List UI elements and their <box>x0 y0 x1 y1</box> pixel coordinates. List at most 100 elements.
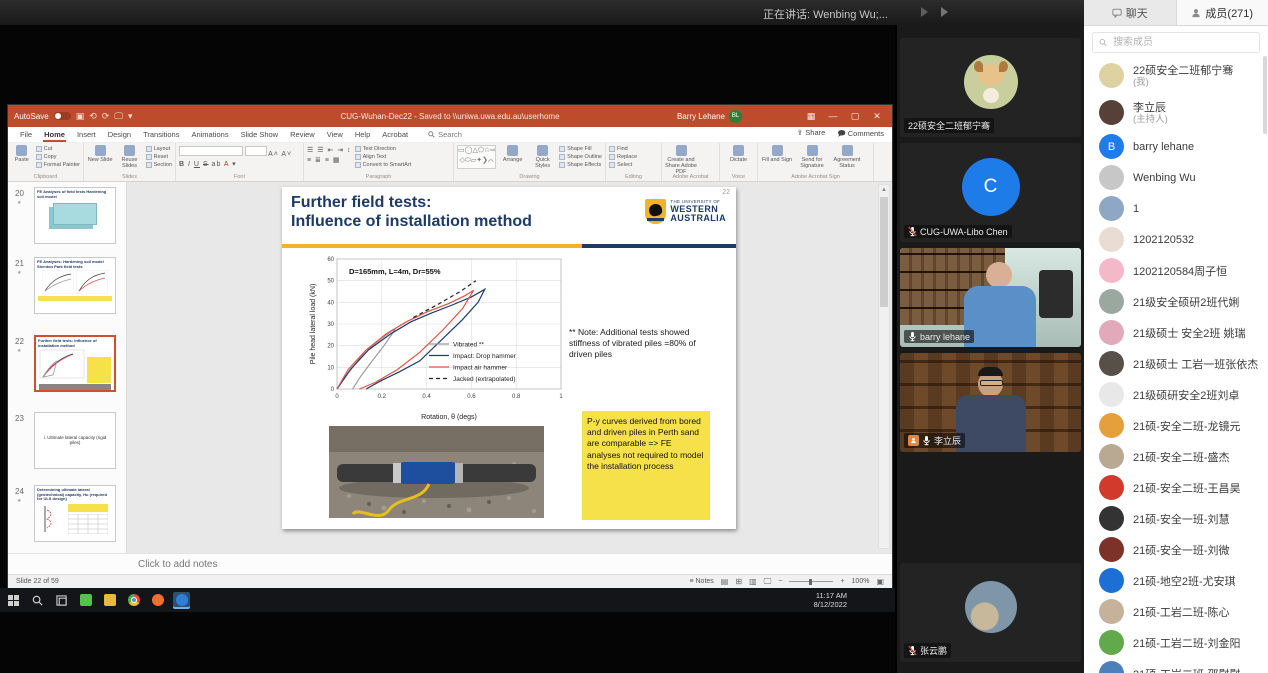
minimize-button[interactable]: — <box>822 111 844 122</box>
menu-tab-acrobat[interactable]: Acrobat <box>376 127 414 142</box>
ribbon-text-direction[interactable]: Text Direction <box>355 146 412 152</box>
taskbar-clock[interactable]: 11:17 AM8/12/2022 <box>814 591 847 610</box>
video-tile-22[interactable]: 22硕安全二班郁宁骞 <box>900 38 1081 137</box>
member-row[interactable]: 1 <box>1084 193 1268 224</box>
ribbon-layout[interactable]: Layout <box>146 146 172 152</box>
save-icon[interactable]: ▣ <box>76 112 85 121</box>
video-tile-participant[interactable]: 李立辰 <box>900 353 1081 452</box>
fit-slide-icon[interactable]: ▣ <box>876 577 884 586</box>
menu-tab-view[interactable]: View <box>321 127 349 142</box>
panel-scrollbar-thumb[interactable] <box>1263 56 1267 134</box>
menu-tab-help[interactable]: Help <box>349 127 376 142</box>
member-row[interactable]: 21硕-安全一班-刘慧 <box>1084 503 1268 534</box>
menu-tab-review[interactable]: Review <box>284 127 321 142</box>
member-row[interactable]: Wenbing Wu <box>1084 162 1268 193</box>
menu-tab-design[interactable]: Design <box>102 127 137 142</box>
ribbon-new-slide[interactable]: New Slide <box>87 145 113 163</box>
menu-tab-file[interactable]: File <box>14 127 38 142</box>
tab-members[interactable]: 成员(271) <box>1176 0 1268 25</box>
quick-access-dropdown-icon[interactable]: ▾ <box>128 112 133 121</box>
ribbon-shape-fill[interactable]: Shape Fill <box>559 146 602 152</box>
member-row[interactable]: 21硕-工岩二班-刘金阳 <box>1084 627 1268 658</box>
zoom-in-icon[interactable]: + <box>840 578 844 585</box>
task-view-icon[interactable] <box>53 592 70 609</box>
taskbar-search-icon[interactable] <box>29 592 46 609</box>
comments-button[interactable]: 🗩 Comments <box>837 128 884 141</box>
ribbon-find[interactable]: Find <box>609 146 637 152</box>
autosave-toggle[interactable] <box>54 112 71 120</box>
ribbon-create-and-share-adobe-pdf[interactable]: Create and Share Adobe PDF <box>665 145 697 175</box>
ribbon-format-painter[interactable]: Format Painter <box>36 162 80 168</box>
slide-sorter-icon[interactable]: ⊞ <box>735 577 742 586</box>
menu-tab-animations[interactable]: Animations <box>185 127 234 142</box>
firefox-icon[interactable] <box>149 592 166 609</box>
member-row[interactable]: 21硕-工岩二班-陈心 <box>1084 596 1268 627</box>
ribbon-search[interactable]: Search <box>428 130 462 139</box>
member-row[interactable]: B barry lehane <box>1084 131 1268 162</box>
vertical-scrollbar[interactable]: ▲ <box>878 184 890 549</box>
member-row[interactable]: 21级硕研安全2班刘卓 <box>1084 379 1268 410</box>
video-tile-barry-lehane[interactable]: barry lehane <box>900 248 1081 347</box>
member-row[interactable]: 21级安全硕研2班代娳 <box>1084 286 1268 317</box>
redo-icon[interactable]: ⟳ <box>102 112 110 121</box>
share-button[interactable]: ⇪ Share <box>797 128 825 141</box>
tab-chat[interactable]: 聊天 <box>1084 0 1176 25</box>
shared-control-arrow-icon[interactable] <box>921 7 928 17</box>
member-row[interactable]: 李立辰(主持人) <box>1084 94 1268 131</box>
ribbon-convert-to-smartart[interactable]: Convert to SmartArt <box>355 162 412 168</box>
member-row[interactable]: 22硕安全二班郁宁骞(我) <box>1084 57 1268 94</box>
member-row[interactable]: 1202120584周子恒 <box>1084 255 1268 286</box>
meeting-app-icon[interactable] <box>173 592 190 609</box>
undo-icon[interactable]: ⟲ <box>89 112 97 121</box>
menu-tab-insert[interactable]: Insert <box>71 127 102 142</box>
ribbon-agreement-status[interactable]: Agreement Status <box>831 145 863 169</box>
file-explorer-icon[interactable] <box>101 592 118 609</box>
slide-thumbnail-21[interactable]: 21★ FE Analyses: Hardening soil model Sh… <box>8 257 126 314</box>
slide-thumbnail-20[interactable]: 20★ FE Analyses of field tests Hardening… <box>8 187 126 244</box>
scroll-up-icon[interactable]: ▲ <box>879 185 889 195</box>
zoom-slider[interactable] <box>789 581 833 582</box>
ribbon-select[interactable]: Select <box>609 162 637 168</box>
ribbon-paste[interactable]: Paste <box>11 145 33 163</box>
chrome-icon[interactable] <box>125 592 142 609</box>
member-row[interactable]: 21硕-地空2班-尤安琪 <box>1084 565 1268 596</box>
video-tile-cug-uwa-libo-chen[interactable]: C CUG-UWA-Libo Chen <box>900 143 1081 242</box>
ribbon-reset[interactable]: Reset <box>146 154 172 160</box>
slide-thumbnail-23[interactable]: 23 i. Ultimate lateral capacity (rigid p… <box>8 412 126 469</box>
account-area[interactable]: Barry Lehane BL <box>677 110 742 123</box>
menu-tab-transitions[interactable]: Transitions <box>137 127 185 142</box>
ribbon-shape-effects[interactable]: Shape Effects <box>559 162 602 168</box>
slide-thumbnail-24[interactable]: 24★ Determining ultimate lateral (geotec… <box>8 485 126 542</box>
maximize-button[interactable]: ▢ <box>844 111 866 122</box>
ribbon-cut[interactable]: Cut <box>36 146 80 152</box>
member-row[interactable]: 21硕-安全二班-盛杰 <box>1084 441 1268 472</box>
close-button[interactable]: ✕ <box>866 111 888 122</box>
scrollbar-thumb[interactable] <box>880 197 888 307</box>
normal-view-icon[interactable]: ▤ <box>721 577 729 586</box>
member-search-box[interactable] <box>1092 32 1260 53</box>
ribbon-copy[interactable]: Copy <box>36 154 80 160</box>
ribbon-reuse-slides[interactable]: Reuse Slides <box>116 145 142 169</box>
ribbon-quick-styles[interactable]: Quick Styles <box>529 145 556 169</box>
ribbon-dictate[interactable]: Dictate <box>723 145 754 163</box>
member-row[interactable]: 21硕-安全二班-龙镜元 <box>1084 410 1268 441</box>
start-presentation-icon[interactable]: 🖵 <box>114 112 123 121</box>
member-row[interactable]: 1202120532 <box>1084 224 1268 255</box>
ribbon-send-for-signature[interactable]: Send for Signature <box>796 145 828 169</box>
zoom-level[interactable]: 100% <box>852 578 870 585</box>
member-row[interactable]: 21硕-工岩二班-邵慰慰 <box>1084 658 1268 673</box>
shared-control-arrow-icon[interactable] <box>941 7 948 17</box>
notes-toggle[interactable]: ≡ Notes <box>689 578 713 585</box>
member-row[interactable]: 21硕-安全二班-王昌昊 <box>1084 472 1268 503</box>
video-tile-participant[interactable]: 张云鹏 <box>900 563 1081 662</box>
ribbon-replace[interactable]: Replace <box>609 154 637 160</box>
slideshow-icon[interactable]: 🖵 <box>764 577 772 587</box>
slide-thumbnail-22[interactable]: 22★ Further field tests: Influence of in… <box>8 335 126 392</box>
start-button[interactable] <box>5 592 22 609</box>
reading-view-icon[interactable]: ▥ <box>749 577 757 586</box>
wechat-app-icon[interactable] <box>77 592 94 609</box>
member-search-input[interactable] <box>1111 36 1253 49</box>
menu-tab-home[interactable]: Home <box>38 127 71 142</box>
ribbon-shape-outline[interactable]: Shape Outline <box>559 154 602 160</box>
ribbon-arrange[interactable]: Arrange <box>499 145 526 163</box>
